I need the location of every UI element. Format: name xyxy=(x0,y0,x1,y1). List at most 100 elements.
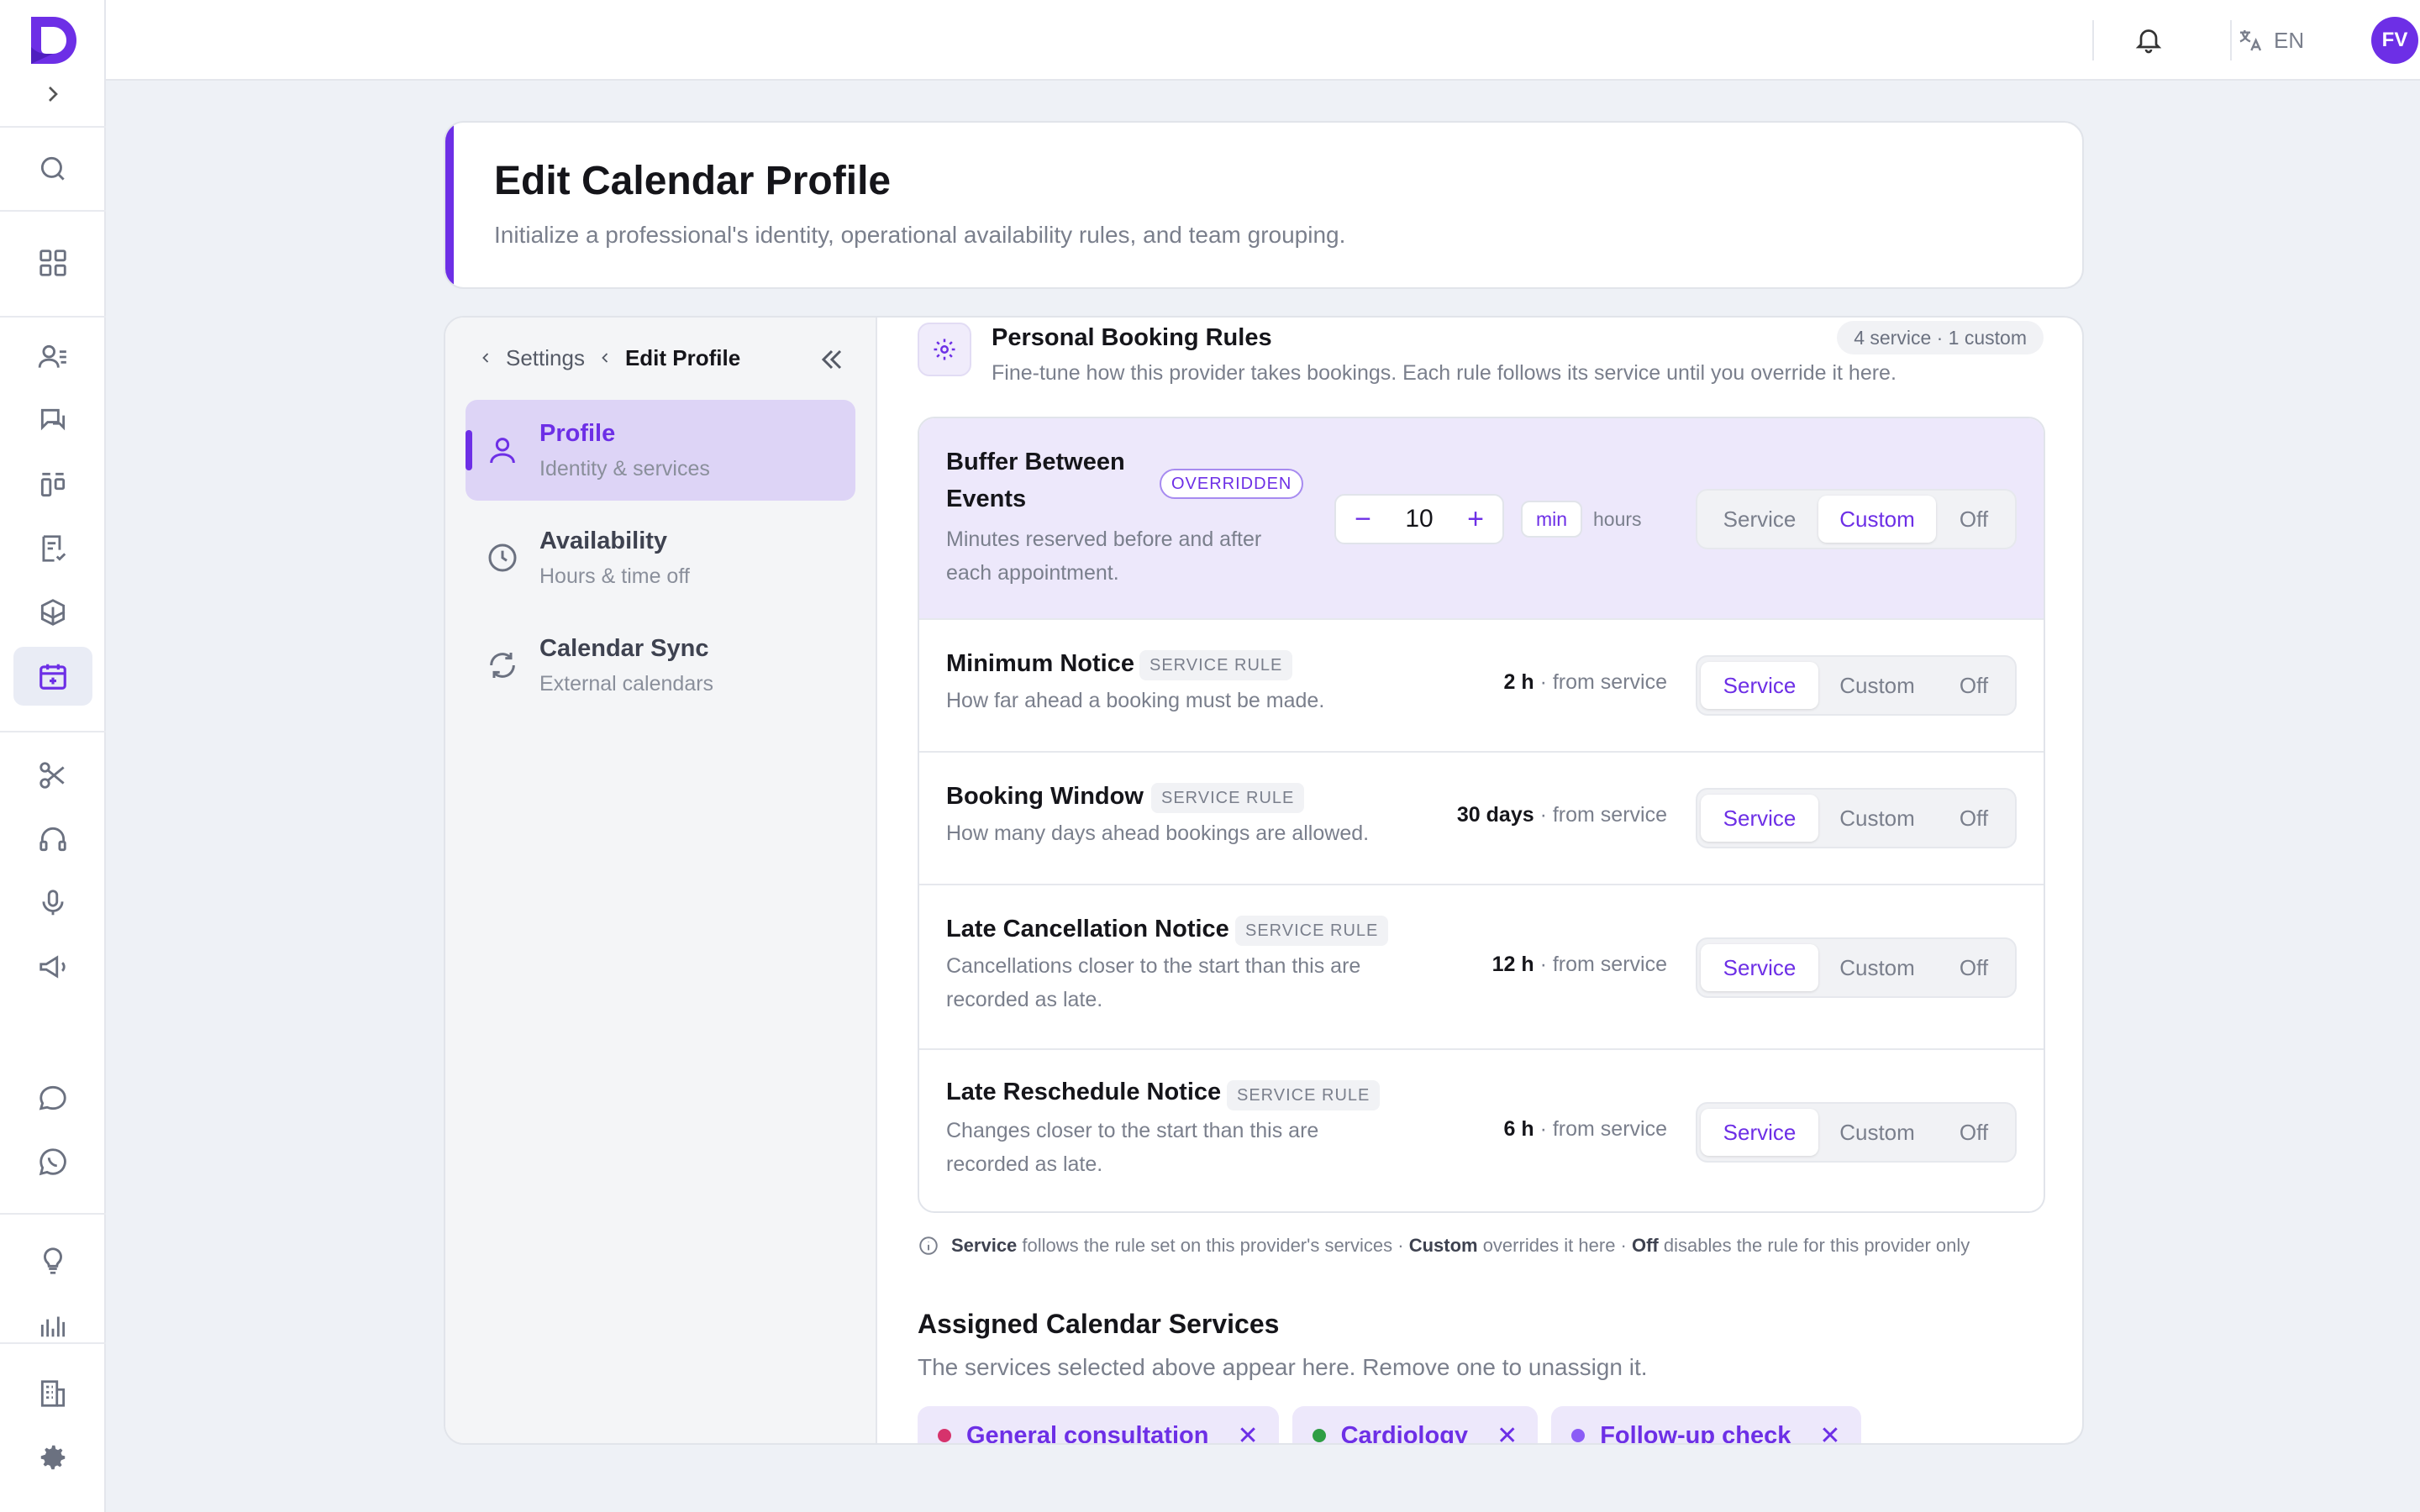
remove-chip-icon[interactable]: ✕ xyxy=(1497,1421,1518,1444)
messages-icon[interactable] xyxy=(32,400,74,442)
mode-custom-option[interactable]: Custom xyxy=(1818,944,1936,991)
search-icon[interactable] xyxy=(32,148,74,190)
service-chip-label: General consultation xyxy=(966,1421,1209,1445)
mode-custom-option[interactable]: Custom xyxy=(1818,496,1936,543)
mode-service-option[interactable]: Service xyxy=(1701,496,1818,543)
support-headset-icon[interactable] xyxy=(32,818,74,860)
sidenav-item-subtitle: Identity & services xyxy=(539,457,710,480)
mode-service-option[interactable]: Service xyxy=(1701,944,1818,991)
breadcrumb: Settings Edit Profile xyxy=(477,339,740,376)
inventory-boxes-icon[interactable] xyxy=(32,591,74,633)
kanban-icon[interactable] xyxy=(32,464,74,506)
sidenav-item-subtitle: External calendars xyxy=(539,672,714,696)
service-chip-label: Cardiology xyxy=(1340,1421,1469,1445)
profile-content: Personal Booking Rules Fine-tune how thi… xyxy=(879,318,2082,1445)
value-source: · from service xyxy=(1534,1117,1667,1141)
rule-title: Late Reschedule Notice xyxy=(946,1079,1222,1105)
service-rule-badge: SERVICE RULE xyxy=(1235,916,1389,946)
contacts-icon[interactable] xyxy=(32,336,74,378)
collapse-sidenav-icon[interactable] xyxy=(815,343,849,376)
unit-minutes-toggle[interactable]: min xyxy=(1521,501,1583,538)
buffer-minutes-stepper: − 10 + xyxy=(1334,494,1504,544)
mode-off-option[interactable]: Off xyxy=(1936,1109,2012,1156)
building-icon[interactable] xyxy=(32,1373,74,1415)
remove-chip-icon[interactable]: ✕ xyxy=(1819,1421,1840,1444)
microphone-icon[interactable] xyxy=(32,882,74,924)
gear-icon xyxy=(918,323,971,376)
sidenav-item-title: Calendar Sync xyxy=(539,635,709,662)
mode-custom-option[interactable]: Custom xyxy=(1818,662,1936,709)
breadcrumb-current: Edit Profile xyxy=(624,344,741,370)
rule-buffer-between-events: Buffer Between Events OVERRIDDEN Minutes… xyxy=(919,418,2044,620)
legend-text: Service follows the rule set on this pro… xyxy=(951,1235,1970,1256)
mode-off-option[interactable]: Off xyxy=(1936,496,2012,543)
value-amount: 30 days xyxy=(1456,803,1534,827)
rule-title: Events xyxy=(946,486,1027,512)
service-color-dot xyxy=(1312,1429,1326,1442)
stepper-value[interactable]: 10 xyxy=(1405,505,1433,533)
unit-hours-toggle[interactable]: hours xyxy=(1580,501,1655,538)
sidenav-item-subtitle: Hours & time off xyxy=(539,564,690,588)
mode-service-option[interactable]: Service xyxy=(1701,1109,1818,1156)
sidenav-item-title: Profile xyxy=(539,420,616,447)
lightbulb-icon[interactable] xyxy=(32,1240,74,1282)
language-switcher[interactable]: EN xyxy=(2237,22,2304,59)
megaphone-icon[interactable] xyxy=(32,946,74,988)
mode-custom-option[interactable]: Custom xyxy=(1818,1109,1936,1156)
rule-description: How many days ahead bookings are allowed… xyxy=(946,822,1370,845)
chevron-left-icon xyxy=(482,353,489,363)
calendar-icon[interactable] xyxy=(32,655,74,697)
rule-mode-segmented-control: Service Custom Off xyxy=(1696,937,2017,998)
chevron-left-icon xyxy=(602,353,608,363)
mode-service-option[interactable]: Service xyxy=(1701,662,1818,709)
booking-rules-description: Fine-tune how this provider takes bookin… xyxy=(992,361,1897,385)
mode-service-option[interactable]: Service xyxy=(1701,795,1818,842)
top-bar: EN FV xyxy=(106,0,2420,81)
rule-inherited-value: 6 h · from service xyxy=(1504,1117,1667,1142)
rule-description: recorded as late. xyxy=(946,1152,1103,1176)
rule-inherited-value: 30 days · from service xyxy=(1457,803,1667,827)
invoice-icon[interactable] xyxy=(32,528,74,570)
booking-rules-list: Buffer Between Events OVERRIDDEN Minutes… xyxy=(918,417,2045,1213)
value-source: · from service xyxy=(1534,670,1667,694)
mode-off-option[interactable]: Off xyxy=(1936,662,2012,709)
sidenav-item-calendar-sync[interactable]: Calendar Sync External calendars xyxy=(466,615,855,716)
scissors-icon[interactable] xyxy=(32,754,74,796)
mode-off-option[interactable]: Off xyxy=(1936,944,2012,991)
sidenav-item-profile[interactable]: Profile Identity & services xyxy=(466,400,855,501)
app-logo-icon[interactable] xyxy=(28,13,78,67)
rule-description: Minutes reserved before and after xyxy=(946,528,1262,551)
analytics-bars-icon[interactable] xyxy=(32,1304,74,1346)
remove-chip-icon[interactable]: ✕ xyxy=(1237,1421,1258,1444)
rule-mode-segmented-control: Service Custom Off xyxy=(1696,788,2017,848)
increment-button[interactable]: + xyxy=(1462,503,1489,535)
service-chip: Cardiology ✕ xyxy=(1292,1406,1539,1445)
assigned-services-subtitle: The services selected above appear here.… xyxy=(918,1354,1648,1380)
chat-bubble-icon[interactable] xyxy=(32,1077,74,1119)
expand-sidebar-icon[interactable] xyxy=(39,81,66,108)
user-avatar[interactable]: FV xyxy=(2371,17,2418,64)
sidenav-item-availability[interactable]: Availability Hours & time off xyxy=(466,507,855,608)
rule-description: recorded as late. xyxy=(946,988,1103,1011)
decrement-button[interactable]: − xyxy=(1349,503,1376,535)
rule-title: Late Cancellation Notice xyxy=(946,916,1229,942)
info-icon xyxy=(919,1236,938,1255)
clock-icon xyxy=(486,541,519,575)
breadcrumb-settings[interactable]: Settings xyxy=(506,345,585,371)
notifications-bell-icon[interactable] xyxy=(2128,18,2170,60)
value-amount: 12 h xyxy=(1491,953,1534,976)
settings-gear-icon[interactable] xyxy=(32,1436,74,1478)
mode-custom-option[interactable]: Custom xyxy=(1818,795,1936,842)
whatsapp-icon[interactable] xyxy=(32,1141,74,1183)
rules-summary-badge: 4 service · 1 custom xyxy=(1837,321,2044,354)
service-rule-badge: SERVICE RULE xyxy=(1151,783,1305,813)
rule-booking-window: Booking Window SERVICE RULE How many day… xyxy=(919,753,2044,885)
mode-off-option[interactable]: Off xyxy=(1936,795,2012,842)
rule-description: Cancellations closer to the start than t… xyxy=(946,954,1361,978)
rule-late-reschedule-notice: Late Reschedule Notice SERVICE RULE Chan… xyxy=(919,1050,2044,1211)
rule-inherited-value: 2 h · from service xyxy=(1504,670,1667,695)
dashboard-grid-icon[interactable] xyxy=(32,242,74,284)
overridden-badge: OVERRIDDEN xyxy=(1160,469,1304,499)
settings-sidenav: Settings Edit Profile Profile Identity &… xyxy=(445,318,877,1443)
rule-mode-segmented-control: Service Custom Off xyxy=(1696,489,2017,549)
